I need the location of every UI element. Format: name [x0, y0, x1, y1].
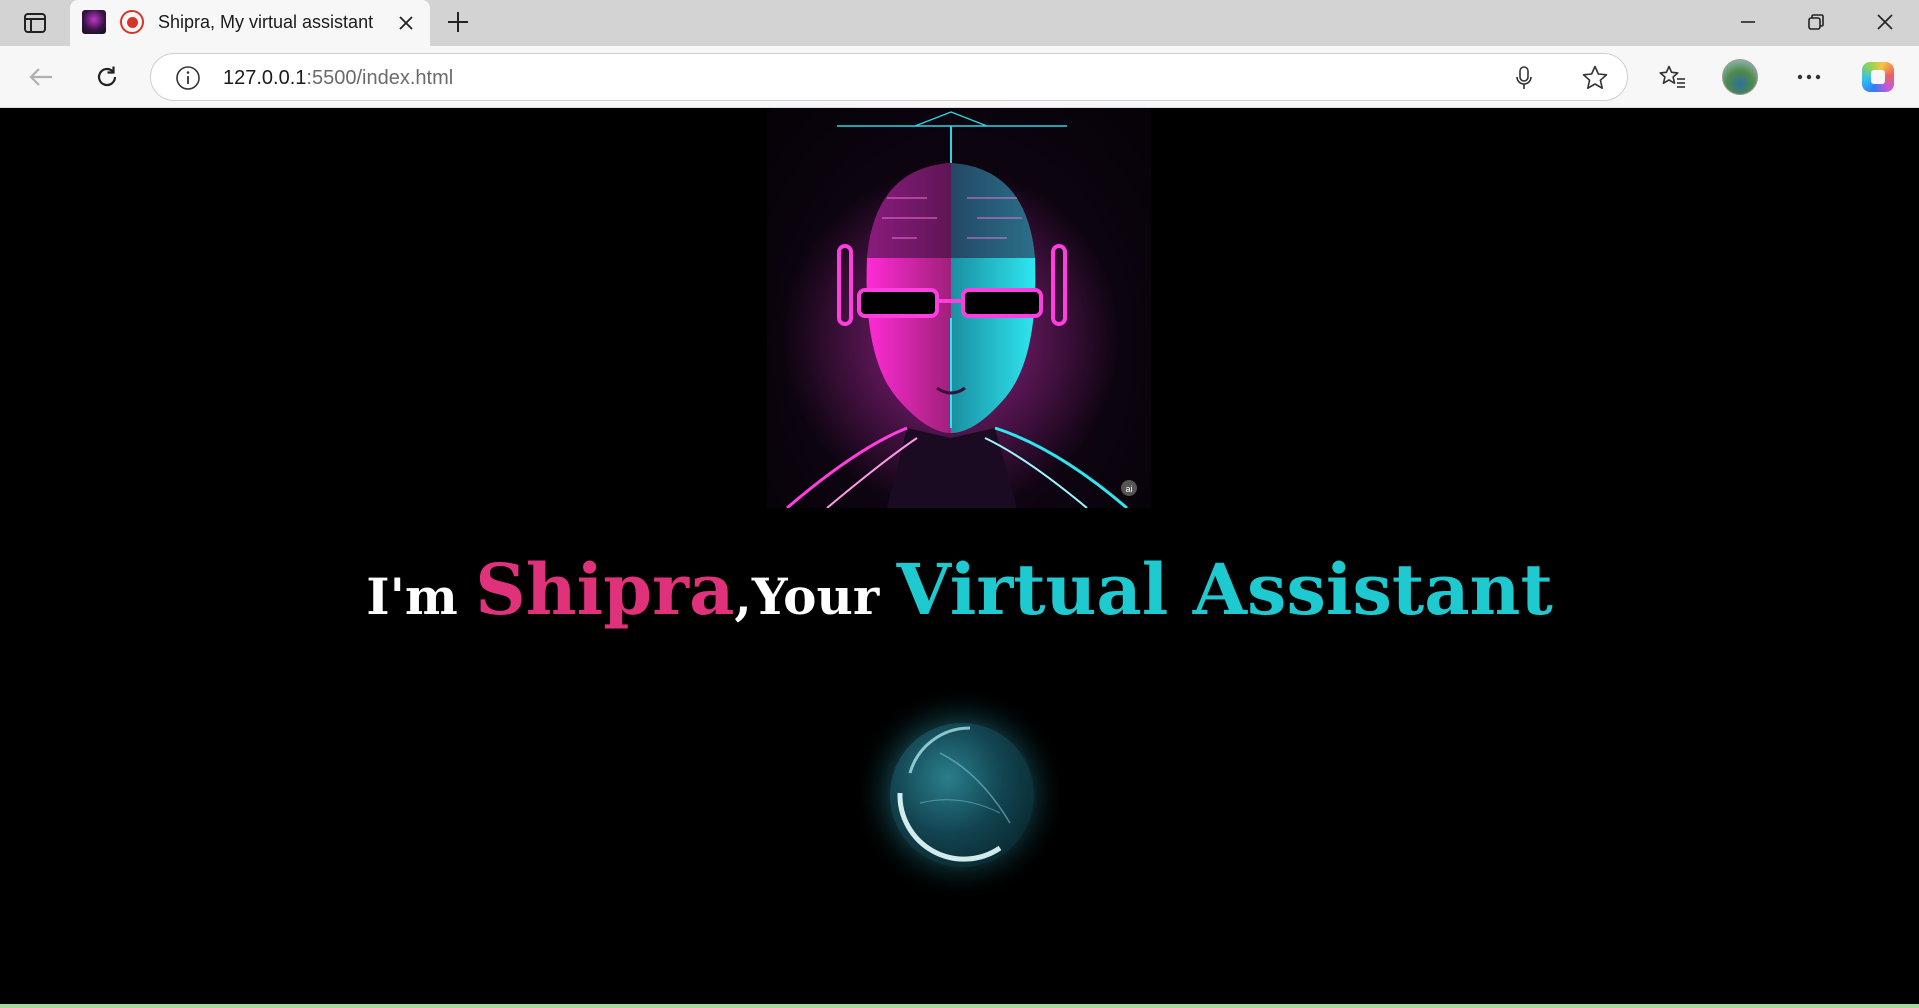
browser-tab[interactable]: Shipra, My virtual assistant: [70, 0, 430, 46]
new-tab-icon[interactable]: [442, 6, 474, 38]
browser-toolbar: 127.0.0.1:5500/index.html: [0, 46, 1919, 108]
profile-avatar[interactable]: [1722, 59, 1758, 95]
tab-strip: Shipra, My virtual assistant: [0, 0, 1919, 46]
back-arrow-icon[interactable]: [21, 57, 61, 97]
headline-prefix: I'm: [366, 567, 476, 626]
svg-text:ai: ai: [1125, 484, 1132, 494]
tab-actions-icon[interactable]: [20, 9, 50, 37]
address-bar[interactable]: 127.0.0.1:5500/index.html: [150, 53, 1628, 101]
favorite-star-icon[interactable]: [1581, 64, 1609, 92]
headline-middle: ,Your: [734, 567, 897, 626]
restore-icon[interactable]: [1782, 0, 1850, 44]
favorites-list-icon[interactable]: [1652, 57, 1692, 97]
url-text[interactable]: 127.0.0.1:5500/index.html: [223, 67, 453, 90]
close-icon[interactable]: [392, 9, 420, 37]
url-host: 127.0.0.1: [223, 67, 307, 89]
site-info-icon[interactable]: [175, 65, 201, 91]
microphone-icon[interactable]: [1511, 65, 1537, 91]
ai-robot-portrait-image: ai: [767, 108, 1151, 508]
refresh-icon[interactable]: [87, 57, 127, 97]
window-close-icon[interactable]: [1851, 0, 1919, 44]
headline: I'm Shipra,Your Virtual Assistant: [0, 548, 1919, 631]
tab-title: Shipra, My virtual assistant: [158, 12, 374, 32]
more-options-icon[interactable]: [1789, 57, 1829, 97]
url-path: :5500/index.html: [306, 67, 454, 89]
page-content: ai I'm Shipra,Your Virtual Assistant: [0, 108, 1919, 1004]
copilot-icon[interactable]: [1862, 62, 1894, 92]
bottom-edge: [0, 1004, 1919, 1008]
assistant-name: Shipra: [475, 548, 735, 631]
robot-favicon-icon: [82, 10, 106, 34]
voice-orb-button[interactable]: [850, 683, 1070, 903]
assistant-role: Virtual Assistant: [896, 548, 1553, 631]
recording-icon: [120, 10, 144, 34]
minimize-icon[interactable]: [1714, 0, 1782, 44]
